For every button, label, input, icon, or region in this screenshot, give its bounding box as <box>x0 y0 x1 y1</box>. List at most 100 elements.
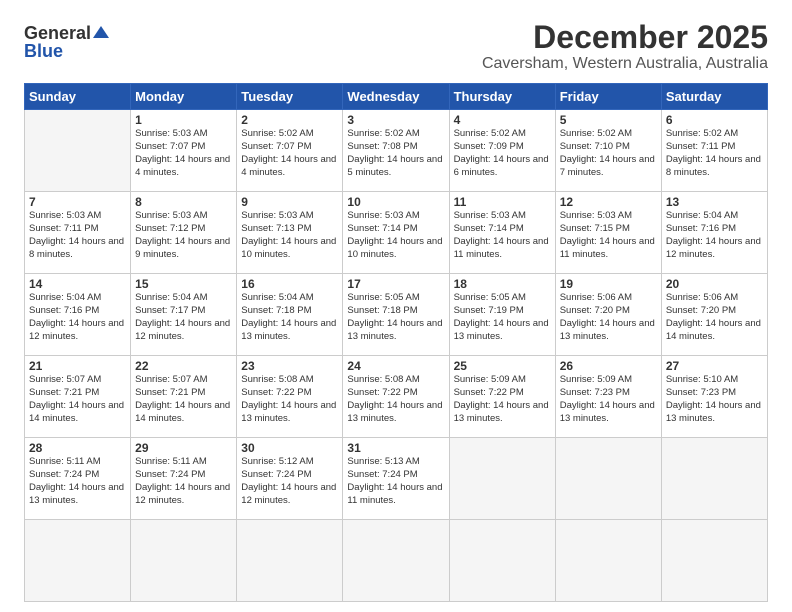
day-info: Sunrise: 5:06 AMSunset: 7:20 PMDaylight:… <box>666 292 761 341</box>
table-row: 15Sunrise: 5:04 AMSunset: 7:17 PMDayligh… <box>131 274 237 356</box>
calendar-week-row: 7Sunrise: 5:03 AMSunset: 7:11 PMDaylight… <box>25 192 768 274</box>
table-row: 19Sunrise: 5:06 AMSunset: 7:20 PMDayligh… <box>555 274 661 356</box>
table-row <box>343 520 449 602</box>
day-number: 28 <box>29 441 126 455</box>
table-row: 16Sunrise: 5:04 AMSunset: 7:18 PMDayligh… <box>237 274 343 356</box>
day-number: 17 <box>347 277 444 291</box>
day-info: Sunrise: 5:04 AMSunset: 7:18 PMDaylight:… <box>241 292 336 341</box>
page-title: December 2025 <box>482 20 768 55</box>
day-number: 11 <box>454 195 551 209</box>
day-info: Sunrise: 5:07 AMSunset: 7:21 PMDaylight:… <box>135 374 230 423</box>
table-row: 2Sunrise: 5:02 AMSunset: 7:07 PMDaylight… <box>237 110 343 192</box>
header-friday: Friday <box>555 84 661 110</box>
table-row: 13Sunrise: 5:04 AMSunset: 7:16 PMDayligh… <box>661 192 767 274</box>
day-info: Sunrise: 5:06 AMSunset: 7:20 PMDaylight:… <box>560 292 655 341</box>
table-row <box>555 520 661 602</box>
table-row <box>237 520 343 602</box>
day-info: Sunrise: 5:02 AMSunset: 7:11 PMDaylight:… <box>666 128 761 177</box>
table-row: 25Sunrise: 5:09 AMSunset: 7:22 PMDayligh… <box>449 356 555 438</box>
header-wednesday: Wednesday <box>343 84 449 110</box>
day-number: 6 <box>666 113 763 127</box>
day-info: Sunrise: 5:04 AMSunset: 7:16 PMDaylight:… <box>29 292 124 341</box>
day-number: 16 <box>241 277 338 291</box>
day-number: 22 <box>135 359 232 373</box>
header-thursday: Thursday <box>449 84 555 110</box>
logo-general-text: General <box>24 24 91 42</box>
calendar-header-row: Sunday Monday Tuesday Wednesday Thursday… <box>25 84 768 110</box>
header-sunday: Sunday <box>25 84 131 110</box>
calendar-week-row <box>25 520 768 602</box>
table-row <box>25 520 131 602</box>
header-monday: Monday <box>131 84 237 110</box>
table-row: 8Sunrise: 5:03 AMSunset: 7:12 PMDaylight… <box>131 192 237 274</box>
table-row <box>661 438 767 520</box>
table-row: 22Sunrise: 5:07 AMSunset: 7:21 PMDayligh… <box>131 356 237 438</box>
day-info: Sunrise: 5:08 AMSunset: 7:22 PMDaylight:… <box>347 374 442 423</box>
day-info: Sunrise: 5:02 AMSunset: 7:10 PMDaylight:… <box>560 128 655 177</box>
day-number: 19 <box>560 277 657 291</box>
day-number: 9 <box>241 195 338 209</box>
day-info: Sunrise: 5:02 AMSunset: 7:09 PMDaylight:… <box>454 128 549 177</box>
day-info: Sunrise: 5:03 AMSunset: 7:15 PMDaylight:… <box>560 210 655 259</box>
table-row: 6Sunrise: 5:02 AMSunset: 7:11 PMDaylight… <box>661 110 767 192</box>
day-info: Sunrise: 5:11 AMSunset: 7:24 PMDaylight:… <box>135 456 230 505</box>
calendar-week-row: 1Sunrise: 5:03 AMSunset: 7:07 PMDaylight… <box>25 110 768 192</box>
calendar-week-row: 28Sunrise: 5:11 AMSunset: 7:24 PMDayligh… <box>25 438 768 520</box>
day-info: Sunrise: 5:07 AMSunset: 7:21 PMDaylight:… <box>29 374 124 423</box>
day-number: 30 <box>241 441 338 455</box>
logo-blue-text: Blue <box>24 42 63 60</box>
day-number: 25 <box>454 359 551 373</box>
table-row <box>449 438 555 520</box>
page: General Blue December 2025 Caversham, We… <box>0 0 792 612</box>
table-row: 1Sunrise: 5:03 AMSunset: 7:07 PMDaylight… <box>131 110 237 192</box>
day-number: 5 <box>560 113 657 127</box>
day-number: 21 <box>29 359 126 373</box>
day-info: Sunrise: 5:04 AMSunset: 7:17 PMDaylight:… <box>135 292 230 341</box>
day-number: 14 <box>29 277 126 291</box>
table-row: 21Sunrise: 5:07 AMSunset: 7:21 PMDayligh… <box>25 356 131 438</box>
day-info: Sunrise: 5:03 AMSunset: 7:14 PMDaylight:… <box>347 210 442 259</box>
day-info: Sunrise: 5:08 AMSunset: 7:22 PMDaylight:… <box>241 374 336 423</box>
day-info: Sunrise: 5:05 AMSunset: 7:19 PMDaylight:… <box>454 292 549 341</box>
table-row: 11Sunrise: 5:03 AMSunset: 7:14 PMDayligh… <box>449 192 555 274</box>
day-info: Sunrise: 5:03 AMSunset: 7:12 PMDaylight:… <box>135 210 230 259</box>
header-saturday: Saturday <box>661 84 767 110</box>
day-number: 18 <box>454 277 551 291</box>
day-number: 31 <box>347 441 444 455</box>
day-info: Sunrise: 5:10 AMSunset: 7:23 PMDaylight:… <box>666 374 761 423</box>
day-number: 8 <box>135 195 232 209</box>
day-number: 12 <box>560 195 657 209</box>
day-info: Sunrise: 5:03 AMSunset: 7:13 PMDaylight:… <box>241 210 336 259</box>
header: General Blue December 2025 Caversham, We… <box>24 20 768 73</box>
table-row: 28Sunrise: 5:11 AMSunset: 7:24 PMDayligh… <box>25 438 131 520</box>
day-info: Sunrise: 5:04 AMSunset: 7:16 PMDaylight:… <box>666 210 761 259</box>
table-row <box>449 520 555 602</box>
table-row: 17Sunrise: 5:05 AMSunset: 7:18 PMDayligh… <box>343 274 449 356</box>
day-info: Sunrise: 5:03 AMSunset: 7:07 PMDaylight:… <box>135 128 230 177</box>
table-row <box>131 520 237 602</box>
calendar-week-row: 14Sunrise: 5:04 AMSunset: 7:16 PMDayligh… <box>25 274 768 356</box>
table-row: 14Sunrise: 5:04 AMSunset: 7:16 PMDayligh… <box>25 274 131 356</box>
day-info: Sunrise: 5:13 AMSunset: 7:24 PMDaylight:… <box>347 456 442 505</box>
day-number: 10 <box>347 195 444 209</box>
page-subtitle: Caversham, Western Australia, Australia <box>482 55 768 73</box>
table-row: 20Sunrise: 5:06 AMSunset: 7:20 PMDayligh… <box>661 274 767 356</box>
table-row: 3Sunrise: 5:02 AMSunset: 7:08 PMDaylight… <box>343 110 449 192</box>
day-number: 29 <box>135 441 232 455</box>
table-row: 27Sunrise: 5:10 AMSunset: 7:23 PMDayligh… <box>661 356 767 438</box>
day-info: Sunrise: 5:03 AMSunset: 7:14 PMDaylight:… <box>454 210 549 259</box>
day-info: Sunrise: 5:02 AMSunset: 7:07 PMDaylight:… <box>241 128 336 177</box>
day-info: Sunrise: 5:09 AMSunset: 7:23 PMDaylight:… <box>560 374 655 423</box>
day-number: 24 <box>347 359 444 373</box>
table-row: 10Sunrise: 5:03 AMSunset: 7:14 PMDayligh… <box>343 192 449 274</box>
day-info: Sunrise: 5:11 AMSunset: 7:24 PMDaylight:… <box>29 456 124 505</box>
table-row: 24Sunrise: 5:08 AMSunset: 7:22 PMDayligh… <box>343 356 449 438</box>
table-row: 26Sunrise: 5:09 AMSunset: 7:23 PMDayligh… <box>555 356 661 438</box>
logo-icon <box>93 24 109 40</box>
day-number: 7 <box>29 195 126 209</box>
table-row: 9Sunrise: 5:03 AMSunset: 7:13 PMDaylight… <box>237 192 343 274</box>
table-row <box>25 110 131 192</box>
table-row: 23Sunrise: 5:08 AMSunset: 7:22 PMDayligh… <box>237 356 343 438</box>
table-row: 7Sunrise: 5:03 AMSunset: 7:11 PMDaylight… <box>25 192 131 274</box>
day-info: Sunrise: 5:03 AMSunset: 7:11 PMDaylight:… <box>29 210 124 259</box>
